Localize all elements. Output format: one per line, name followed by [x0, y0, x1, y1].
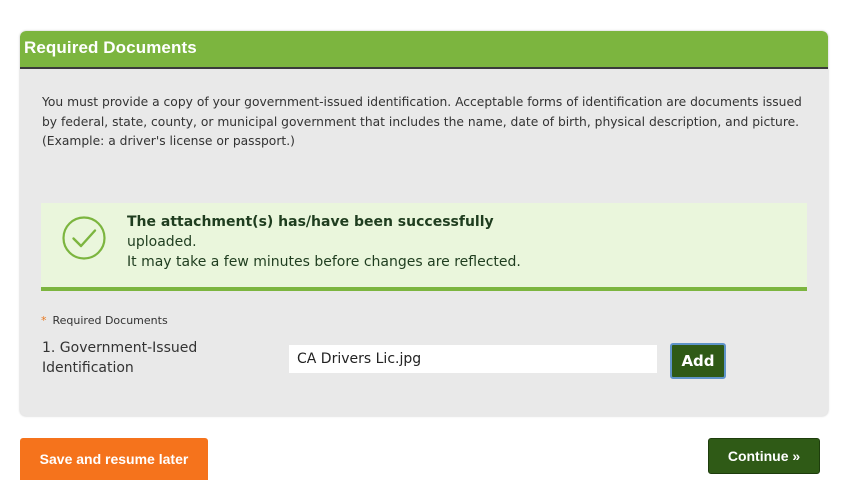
success-notice: The attachment(s) has/have been successf… — [41, 203, 807, 291]
panel-header: Required Documents — [20, 31, 828, 69]
add-button[interactable]: Add — [670, 343, 726, 379]
file-name-field[interactable] — [289, 345, 657, 373]
intro-text: You must provide a copy of your governme… — [42, 95, 802, 148]
notice-line-2: It may take a few minutes before changes… — [127, 254, 521, 270]
document-label-government-id: 1. Government-Issued Identification — [42, 340, 198, 376]
notice-line-1: uploaded. — [127, 234, 197, 250]
save-and-resume-later-button[interactable]: Save and resume later — [20, 438, 208, 480]
check-circle-icon — [62, 216, 106, 260]
required-asterisk: * — [41, 314, 47, 327]
page: Required Documents You must provide a co… — [0, 0, 848, 480]
panel-title: Required Documents — [24, 38, 197, 57]
required-documents-label: * Required Documents — [41, 314, 168, 327]
required-documents-label-text: Required Documents — [52, 314, 168, 327]
continue-button[interactable]: Continue » — [708, 438, 820, 474]
notice-title: The attachment(s) has/have been successf… — [127, 214, 494, 230]
required-documents-panel: Required Documents You must provide a co… — [20, 31, 828, 416]
